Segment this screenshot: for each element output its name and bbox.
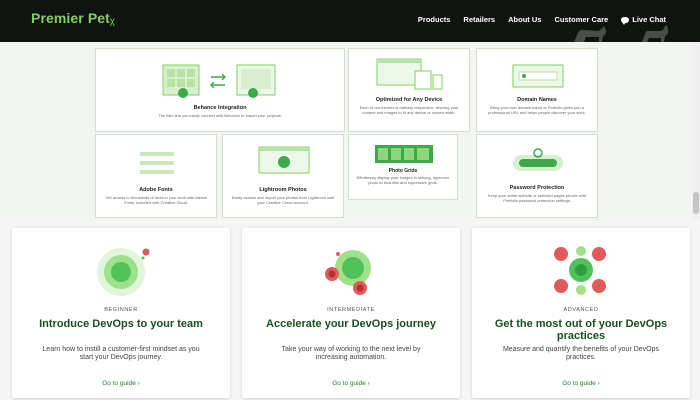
- card-description: Learn how to instill a customer-first mi…: [42, 346, 200, 361]
- nav-about-us[interactable]: About Us: [508, 15, 541, 24]
- guide-cards-section: BEGINNER Introduce DevOps to your team L…: [0, 220, 700, 400]
- feature-tile-behance[interactable]: Behance Integration The folio lets you e…: [95, 48, 345, 132]
- advanced-orb-icon: [554, 246, 606, 295]
- card-level: BEGINNER: [104, 307, 138, 313]
- feature-desc: Easily access and import your photos fro…: [231, 195, 335, 205]
- feature-title: Adobe Fonts: [139, 187, 173, 193]
- arrow-right-icon: ›: [597, 380, 600, 387]
- feature-tile-devices[interactable]: Optimized for Any Device Each of our the…: [348, 48, 470, 132]
- feature-tile-domain[interactable]: Domain Names Bring your own domain name …: [476, 48, 598, 132]
- feature-tile-lightroom[interactable]: Lightroom Photos Easily access and impor…: [222, 134, 344, 218]
- behance-grid-icon: [162, 64, 276, 98]
- card-intermediate[interactable]: INTERMEDIATE Accelerate your DevOps jour…: [242, 228, 460, 398]
- domain-icon: [512, 64, 564, 88]
- feature-title: Password Protection: [509, 185, 565, 191]
- go-to-guide-link[interactable]: Go to guide ›: [12, 380, 230, 387]
- card-beginner[interactable]: BEGINNER Introduce DevOps to your team L…: [12, 228, 230, 398]
- beginner-orb-icon: [97, 248, 150, 296]
- feature-tile-password[interactable]: Password Protection Keep your entire web…: [476, 134, 598, 218]
- feature-desc: Get access to thousands of fonts in your…: [105, 195, 207, 205]
- feature-desc: Keep your entire website or selected pag…: [487, 193, 587, 203]
- feature-title: Lightroom Photos: [259, 187, 307, 193]
- go-to-guide-link[interactable]: Go to guide ›: [242, 380, 460, 387]
- arrow-right-icon: ›: [137, 380, 140, 387]
- devices-icon: [376, 58, 443, 90]
- card-description: Take your way of working to the next lev…: [281, 346, 421, 361]
- feature-title: Domain Names: [517, 97, 557, 103]
- card-description: Measure and quantify the benefits of you…: [502, 346, 660, 361]
- scrollbar-thumb[interactable]: [693, 192, 699, 214]
- feature-tile-fonts[interactable]: Adobe Fonts Get access to thousands of f…: [95, 134, 217, 218]
- feature-desc: Effortlessly display your images in stri…: [356, 175, 450, 185]
- brand-logo[interactable]: Premier Petᵪ: [31, 10, 115, 26]
- arrow-right-icon: ›: [367, 380, 370, 387]
- card-title: Accelerate your DevOps journey: [266, 318, 436, 330]
- feature-desc: Each of our themes is natively responsiv…: [359, 105, 459, 115]
- lightroom-icon: [258, 146, 310, 174]
- card-title: Introduce DevOps to your team: [39, 318, 203, 330]
- feature-tile-photo-grids[interactable]: Photo Grids Effortlessly display your im…: [348, 134, 458, 200]
- intermediate-orb-icon: [325, 250, 371, 295]
- top-nav-bar: Premier Petᵪ Products Retailers About Us…: [0, 0, 700, 42]
- password-icon: [513, 148, 563, 171]
- nav-retailers[interactable]: Retailers: [463, 15, 495, 24]
- fonts-icon: [140, 152, 174, 174]
- card-level: ADVANCED: [563, 307, 599, 313]
- go-to-guide-link[interactable]: Go to guide ›: [472, 380, 690, 387]
- card-advanced[interactable]: ADVANCED Get the most out of your DevOps…: [472, 228, 690, 398]
- page: Premier Petᵪ Products Retailers About Us…: [0, 0, 700, 400]
- card-level: INTERMEDIATE: [327, 307, 375, 313]
- feature-title: Behance Integration: [193, 105, 247, 111]
- feature-desc: Bring your own domain name or Portfolio …: [488, 105, 586, 115]
- feature-title: Optimized for Any Device: [375, 97, 443, 103]
- feature-desc: The folio lets you easily connect with B…: [158, 113, 282, 118]
- pets-silhouette-icon: [574, 25, 669, 42]
- feature-tiles-section: Behance Integration The folio lets you e…: [0, 42, 700, 220]
- scrollbar[interactable]: [692, 42, 700, 220]
- card-title: Get the most out of your DevOps practice…: [494, 318, 668, 342]
- feature-title: Photo Grids: [388, 168, 418, 174]
- photo-grid-icon: [375, 145, 433, 163]
- nav-products[interactable]: Products: [418, 15, 451, 24]
